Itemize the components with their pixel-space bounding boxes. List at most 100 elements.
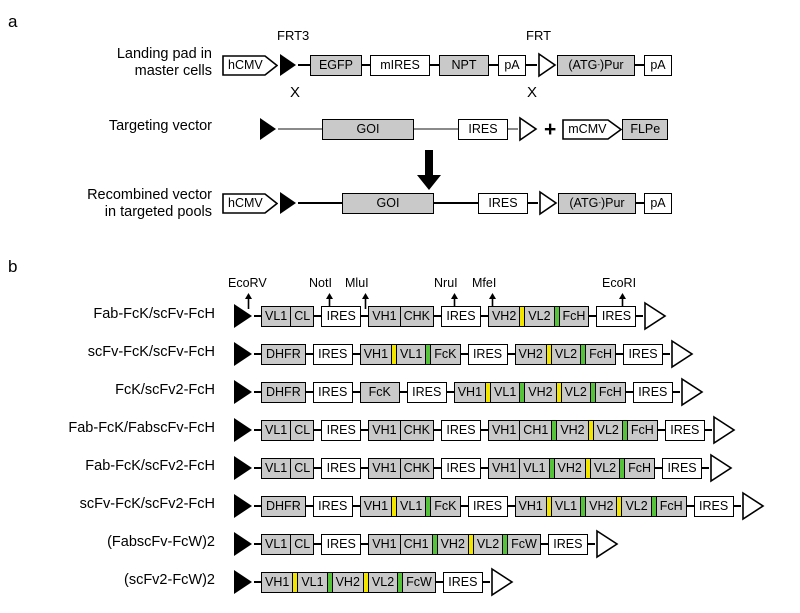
frt-triangle-icon (741, 491, 765, 521)
segment-cl: CL (294, 309, 311, 323)
box-ires: IRES (623, 343, 664, 365)
connector-line (460, 505, 468, 507)
construct-label-6: (FabscFv-FcW)2 (107, 534, 215, 550)
segment-vh1: VH1 (361, 344, 393, 364)
segment-vl2: VL2 (594, 420, 623, 440)
connector-line (480, 467, 488, 469)
segment-chk: CHK (403, 309, 430, 323)
segment-vl1: VL1 (262, 534, 292, 554)
targeting-vector-construct: GOI IRES + mCMV FLPe (258, 116, 669, 142)
site-label-frt3: FRT3 (277, 28, 310, 43)
gene-cassette: VL1 CL (261, 305, 315, 327)
connector-line (635, 64, 644, 66)
box-ires: IRES (467, 343, 508, 365)
frt3-triangle-icon (234, 304, 252, 328)
gene-cassette: VH2 VL2 FcH (487, 305, 590, 327)
box-ires: IRES (664, 419, 705, 441)
construct-label-1: scFv-FcK/scFv-FcH (87, 344, 215, 360)
gene-cassette: VH1 VL1 VH2 VL2 FcW (261, 571, 436, 593)
box-ires: IRES (662, 457, 703, 479)
crossover-mark-1: X (290, 84, 301, 101)
connector-line (305, 353, 313, 355)
enzyme-label-ecorv: EcoRV (228, 276, 267, 290)
segment-ch1: CH1 (520, 420, 553, 440)
box-ires: IRES (321, 457, 362, 479)
segment-fch: FcH (562, 309, 586, 323)
gene-cassette: VH1 VL1 VH2 VL2 FcH (487, 457, 656, 479)
promoter-hcmv-1: hCMV (222, 54, 278, 77)
segment-vl1: VL1 (298, 572, 328, 592)
enzyme-label-noti: NotI (309, 276, 332, 290)
box-ires: IRES (312, 495, 353, 517)
segment-vh1: VH1 (455, 382, 487, 402)
segment-vh2: VH2 (516, 344, 547, 364)
box-atg-pur-1: (ATG -)Pur (557, 54, 635, 76)
connector-line (361, 467, 369, 469)
frt3-triangle-icon (234, 380, 252, 404)
connector-line (361, 315, 369, 317)
box-egfp: EGFP (310, 54, 362, 76)
box-ires: IRES (312, 381, 353, 403)
segment-vl1: VL1 (520, 458, 550, 478)
gene-cassette: VH1 VL1 FcK (359, 343, 461, 365)
connector-line (686, 505, 694, 507)
construct-label-2: FcK/scFv2-FcH (115, 382, 215, 398)
frt-triangle-icon (713, 415, 736, 445)
connector-line (433, 315, 441, 317)
panel-a-row-label-recombined-vector: Recombined vector in targeted pools (87, 187, 212, 220)
gene-cassette: VH1 CHK (368, 457, 434, 479)
connector-line (314, 429, 322, 431)
connector-line (663, 353, 671, 355)
connector-line (507, 505, 515, 507)
frt3-triangle-icon (234, 456, 252, 480)
gene-cassette: VH1 CH1 VH2 VL2 FcH (487, 419, 658, 441)
connector-line (254, 505, 261, 507)
connector-line (657, 429, 665, 431)
segment-ch1: CH1 (401, 534, 433, 554)
segment-cl: CL (294, 537, 311, 551)
connector-line (314, 315, 322, 317)
connector-line (507, 353, 515, 355)
box-goi-1: GOI (322, 118, 414, 140)
connector-line (655, 467, 663, 469)
connector-line (298, 64, 310, 66)
connector-line (430, 64, 439, 66)
connector-line (414, 128, 458, 130)
connector-line (254, 315, 261, 317)
segment-vl2: VL2 (552, 344, 582, 364)
connector-line (305, 391, 313, 393)
segment-vh2: VH2 (489, 306, 521, 326)
box-ires: IRES (547, 533, 588, 555)
connector-line (352, 353, 360, 355)
crossover-mark-2: X (527, 84, 538, 101)
construct-row: VL1 CL IRES VH1 CH1 VH2 VL2 FcW IRES (232, 529, 619, 559)
connector-line (298, 202, 342, 204)
construct-row: VH1 VL1 VH2 VL2 FcW IRES (232, 567, 514, 597)
box-ires: IRES (693, 495, 734, 517)
frt-triangle-icon (644, 301, 667, 331)
construct-label-4: Fab-FcK/scFv2-FcH (85, 458, 215, 474)
frt3-triangle-icon (234, 532, 252, 556)
segment-vl1: VL1 (491, 382, 521, 402)
gene-cassette: VH2 VL2 FcH (514, 343, 617, 365)
connector-line (528, 202, 538, 204)
connector-line (361, 429, 369, 431)
segment-fcw: FcW (406, 575, 432, 589)
gene-cassette: VH1 VL1 FcK (359, 495, 461, 517)
box-ires: IRES (406, 381, 447, 403)
enzyme-label-ecori: EcoRI (602, 276, 637, 290)
box-ires: IRES (467, 495, 508, 517)
box-atg-pur-1-prefix: (ATG (568, 57, 598, 72)
connector-line (278, 128, 322, 130)
segment-vh1: VH1 (369, 306, 401, 326)
plus-symbol: + (544, 117, 557, 141)
connector-line (314, 543, 322, 545)
segment-vl1: VL1 (397, 496, 427, 516)
frt-triangle-icon (671, 339, 694, 369)
connector-line (434, 202, 478, 204)
connector-line (254, 429, 261, 431)
gene-cassette: VL1 CL (261, 419, 315, 441)
frt3-triangle-icon (234, 570, 252, 594)
connector-line (489, 64, 498, 66)
segment-vh1: VH1 (361, 496, 393, 516)
